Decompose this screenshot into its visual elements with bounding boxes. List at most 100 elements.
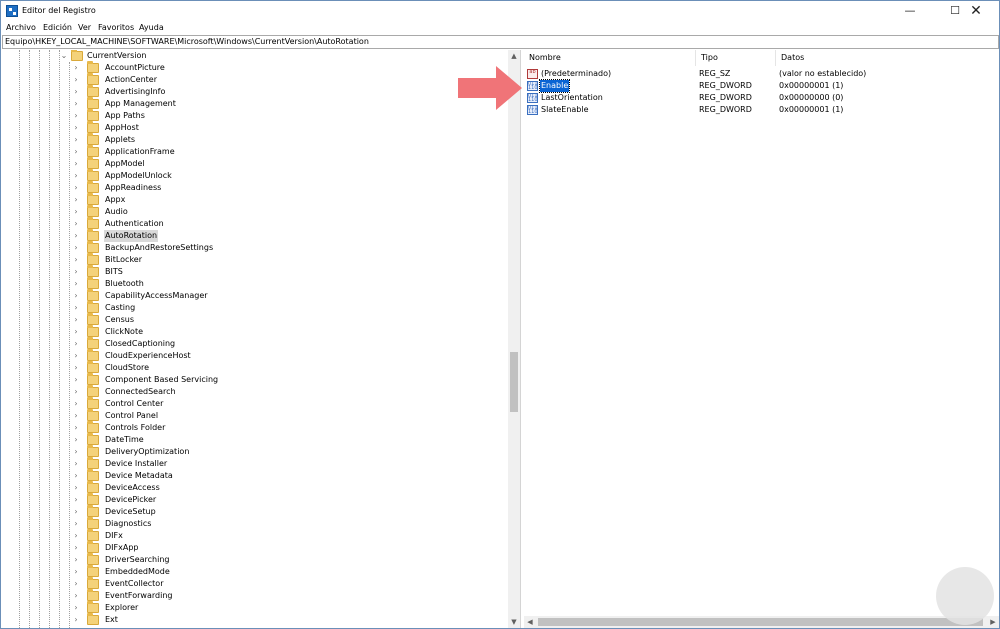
column-header-type[interactable]: Tipo (696, 50, 776, 66)
tree-node-label: EmbeddedMode (105, 567, 170, 576)
value-type: REG_DWORD (699, 105, 752, 114)
menu-archivo[interactable]: Archivo (6, 23, 36, 32)
chevron-right-icon[interactable]: › (72, 578, 80, 590)
scroll-left-icon[interactable]: ◀ (524, 616, 536, 628)
tree-node-label: Applets (105, 135, 136, 144)
chevron-right-icon[interactable]: › (72, 110, 80, 122)
scroll-down-icon[interactable]: ▼ (508, 616, 520, 628)
tree-node-label: Control Panel (105, 411, 159, 420)
tree-scrollbar[interactable]: ▲ ▼ (508, 50, 520, 628)
chevron-right-icon[interactable]: › (72, 98, 80, 110)
menu-edicion[interactable]: Edición (43, 23, 72, 32)
chevron-right-icon[interactable]: › (72, 362, 80, 374)
reg-dword-icon: 011 110 (527, 81, 538, 91)
tree-node-label: CloudStore (105, 363, 149, 372)
chevron-right-icon[interactable]: › (72, 470, 80, 482)
chevron-right-icon[interactable]: › (72, 566, 80, 578)
tree-node-label: DeviceSetup (105, 507, 156, 516)
tree-guide-line (19, 50, 20, 628)
chevron-right-icon[interactable]: › (72, 134, 80, 146)
menu-favoritos[interactable]: Favoritos (98, 23, 134, 32)
chevron-right-icon[interactable]: › (72, 266, 80, 278)
tree-node-label: DIFx (105, 531, 123, 540)
folder-icon (87, 373, 99, 385)
menu-ver[interactable]: Ver (78, 23, 91, 32)
chevron-right-icon[interactable]: › (72, 350, 80, 362)
title-bar: Editor del Registro — ☐ ✕ (1, 1, 999, 21)
chevron-right-icon[interactable]: › (72, 122, 80, 134)
scroll-thumb[interactable] (538, 618, 983, 626)
column-header-name[interactable]: Nombre (524, 50, 696, 66)
chevron-right-icon[interactable]: › (72, 410, 80, 422)
chevron-right-icon[interactable]: › (72, 242, 80, 254)
chevron-right-icon[interactable]: › (72, 302, 80, 314)
chevron-right-icon[interactable]: › (72, 278, 80, 290)
tree-node-label: BitLocker (105, 255, 143, 264)
chevron-right-icon[interactable]: › (72, 458, 80, 470)
chevron-right-icon[interactable]: › (72, 290, 80, 302)
chevron-right-icon[interactable]: › (72, 62, 80, 74)
chevron-right-icon[interactable]: › (72, 206, 80, 218)
chevron-right-icon[interactable]: › (72, 434, 80, 446)
scroll-right-icon[interactable]: ▶ (987, 616, 999, 628)
value-name: Enable (538, 79, 571, 93)
chevron-right-icon[interactable]: › (72, 506, 80, 518)
chevron-right-icon[interactable]: › (72, 446, 80, 458)
chevron-right-icon[interactable]: › (72, 314, 80, 326)
tree-node-label: EventCollector (105, 579, 164, 588)
scroll-thumb[interactable] (510, 352, 518, 412)
tree-node-label: Controls Folder (105, 423, 166, 432)
address-bar[interactable]: Equipo\HKEY_LOCAL_MACHINE\SOFTWARE\Micro… (2, 35, 999, 49)
value-row[interactable]: 011 110 SlateEnable REG_DWORD 0x00000001 (1… (524, 104, 999, 116)
column-header-data[interactable]: Datos (776, 50, 999, 66)
tree-node-label: CloudExperienceHost (105, 351, 191, 360)
chevron-right-icon[interactable]: › (72, 494, 80, 506)
chevron-right-icon[interactable]: › (72, 326, 80, 338)
tree-node-label: Audio (105, 207, 128, 216)
chevron-right-icon[interactable]: › (72, 398, 80, 410)
tree-node-label: AutoRotation (104, 230, 159, 242)
chevron-right-icon[interactable]: › (72, 170, 80, 182)
chevron-right-icon[interactable]: › (72, 182, 80, 194)
folder-icon (87, 517, 99, 529)
folder-icon (87, 301, 99, 313)
folder-icon (87, 529, 99, 541)
folder-icon (87, 229, 99, 241)
chevron-right-icon[interactable]: › (72, 482, 80, 494)
values-hscrollbar[interactable]: ◀ ▶ (524, 616, 999, 628)
chevron-right-icon[interactable]: › (72, 74, 80, 86)
chevron-right-icon[interactable]: › (72, 386, 80, 398)
value-row[interactable]: ab (Predeterminado) REG_SZ (valor no establ… (524, 68, 999, 80)
scroll-up-icon[interactable]: ▲ (508, 50, 520, 62)
value-row[interactable]: 011 110 LastOrientation REG_DWORD 0x0000000… (524, 92, 999, 104)
chevron-right-icon[interactable]: › (72, 422, 80, 434)
tree-node-label: Census (105, 315, 134, 324)
chevron-down-icon[interactable]: ⌄ (60, 50, 68, 62)
folder-icon (87, 313, 99, 325)
value-row[interactable]: 011 110 Enable REG_DWORD 0x00000001 (1) (524, 79, 999, 93)
chevron-right-icon[interactable]: › (72, 602, 80, 614)
folder-icon (87, 241, 99, 253)
chevron-right-icon[interactable]: › (72, 530, 80, 542)
chevron-right-icon[interactable]: › (72, 614, 80, 626)
folder-icon (87, 601, 99, 613)
chevron-right-icon[interactable]: › (72, 86, 80, 98)
chevron-right-icon[interactable]: › (72, 146, 80, 158)
chevron-right-icon[interactable]: › (72, 542, 80, 554)
chevron-right-icon[interactable]: › (72, 590, 80, 602)
tree-node-label: ApplicationFrame (105, 147, 175, 156)
folder-icon (87, 457, 99, 469)
chevron-right-icon[interactable]: › (72, 338, 80, 350)
chevron-right-icon[interactable]: › (72, 194, 80, 206)
minimize-button[interactable]: — (887, 1, 933, 21)
chevron-right-icon[interactable]: › (72, 374, 80, 386)
menu-ayuda[interactable]: Ayuda (139, 23, 164, 32)
close-button[interactable]: ✕ (953, 1, 999, 21)
chevron-right-icon[interactable]: › (72, 230, 80, 242)
chevron-right-icon[interactable]: › (72, 254, 80, 266)
chevron-right-icon[interactable]: › (72, 218, 80, 230)
registry-editor-icon (6, 5, 18, 17)
chevron-right-icon[interactable]: › (72, 518, 80, 530)
chevron-right-icon[interactable]: › (72, 158, 80, 170)
chevron-right-icon[interactable]: › (72, 554, 80, 566)
